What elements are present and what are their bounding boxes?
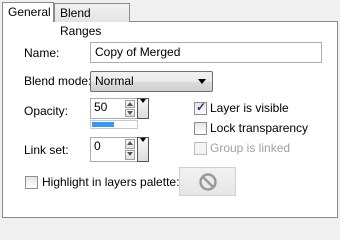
spin-down-icon[interactable] (125, 109, 135, 117)
tab-general-label: General (8, 5, 51, 19)
opacity-slider-fill (92, 122, 114, 127)
opacity-label: Opacity: (24, 104, 69, 118)
opacity-value: 50 (94, 100, 108, 114)
name-field[interactable]: Copy of Merged (90, 42, 322, 63)
spin-down-icon[interactable] (125, 150, 135, 160)
blend-mode-value: Normal (95, 74, 134, 88)
tab-general[interactable]: General (2, 2, 54, 22)
blend-mode-label: Blend mode: (24, 74, 92, 88)
tab-blend-ranges-label: Blend Ranges (60, 6, 102, 38)
no-sign-icon (199, 173, 217, 191)
highlight-label[interactable]: Highlight in layers palette: (42, 175, 179, 189)
link-set-dropdown-button[interactable] (137, 137, 149, 162)
lock-transparency-checkbox[interactable] (194, 122, 207, 135)
opacity-dropdown-button[interactable] (137, 98, 149, 119)
blend-mode-select[interactable]: Normal (90, 71, 213, 92)
spin-up-icon[interactable] (125, 100, 135, 108)
opacity-spinbox[interactable]: 50 (90, 98, 138, 119)
opacity-slider-bar[interactable] (90, 120, 138, 129)
highlight-color-button[interactable] (179, 167, 236, 196)
link-set-label: Link set: (24, 143, 69, 157)
group-linked-checkbox (194, 142, 207, 155)
highlight-checkbox[interactable] (25, 176, 38, 189)
checkmark-icon: ✓ (196, 100, 207, 114)
chevron-down-icon (198, 79, 206, 84)
link-set-spinbox[interactable]: 0 (90, 137, 138, 162)
tab-blend-ranges[interactable]: Blend Ranges (54, 3, 130, 38)
spin-up-icon[interactable] (125, 139, 135, 149)
layer-visible-checkbox[interactable]: ✓ (194, 100, 207, 115)
layer-visible-label[interactable]: Layer is visible (210, 101, 289, 115)
link-set-value: 0 (94, 139, 101, 153)
group-linked-label: Group is linked (210, 141, 291, 155)
name-label: Name: (24, 46, 60, 60)
lock-transparency-label[interactable]: Lock transparency (210, 121, 308, 135)
